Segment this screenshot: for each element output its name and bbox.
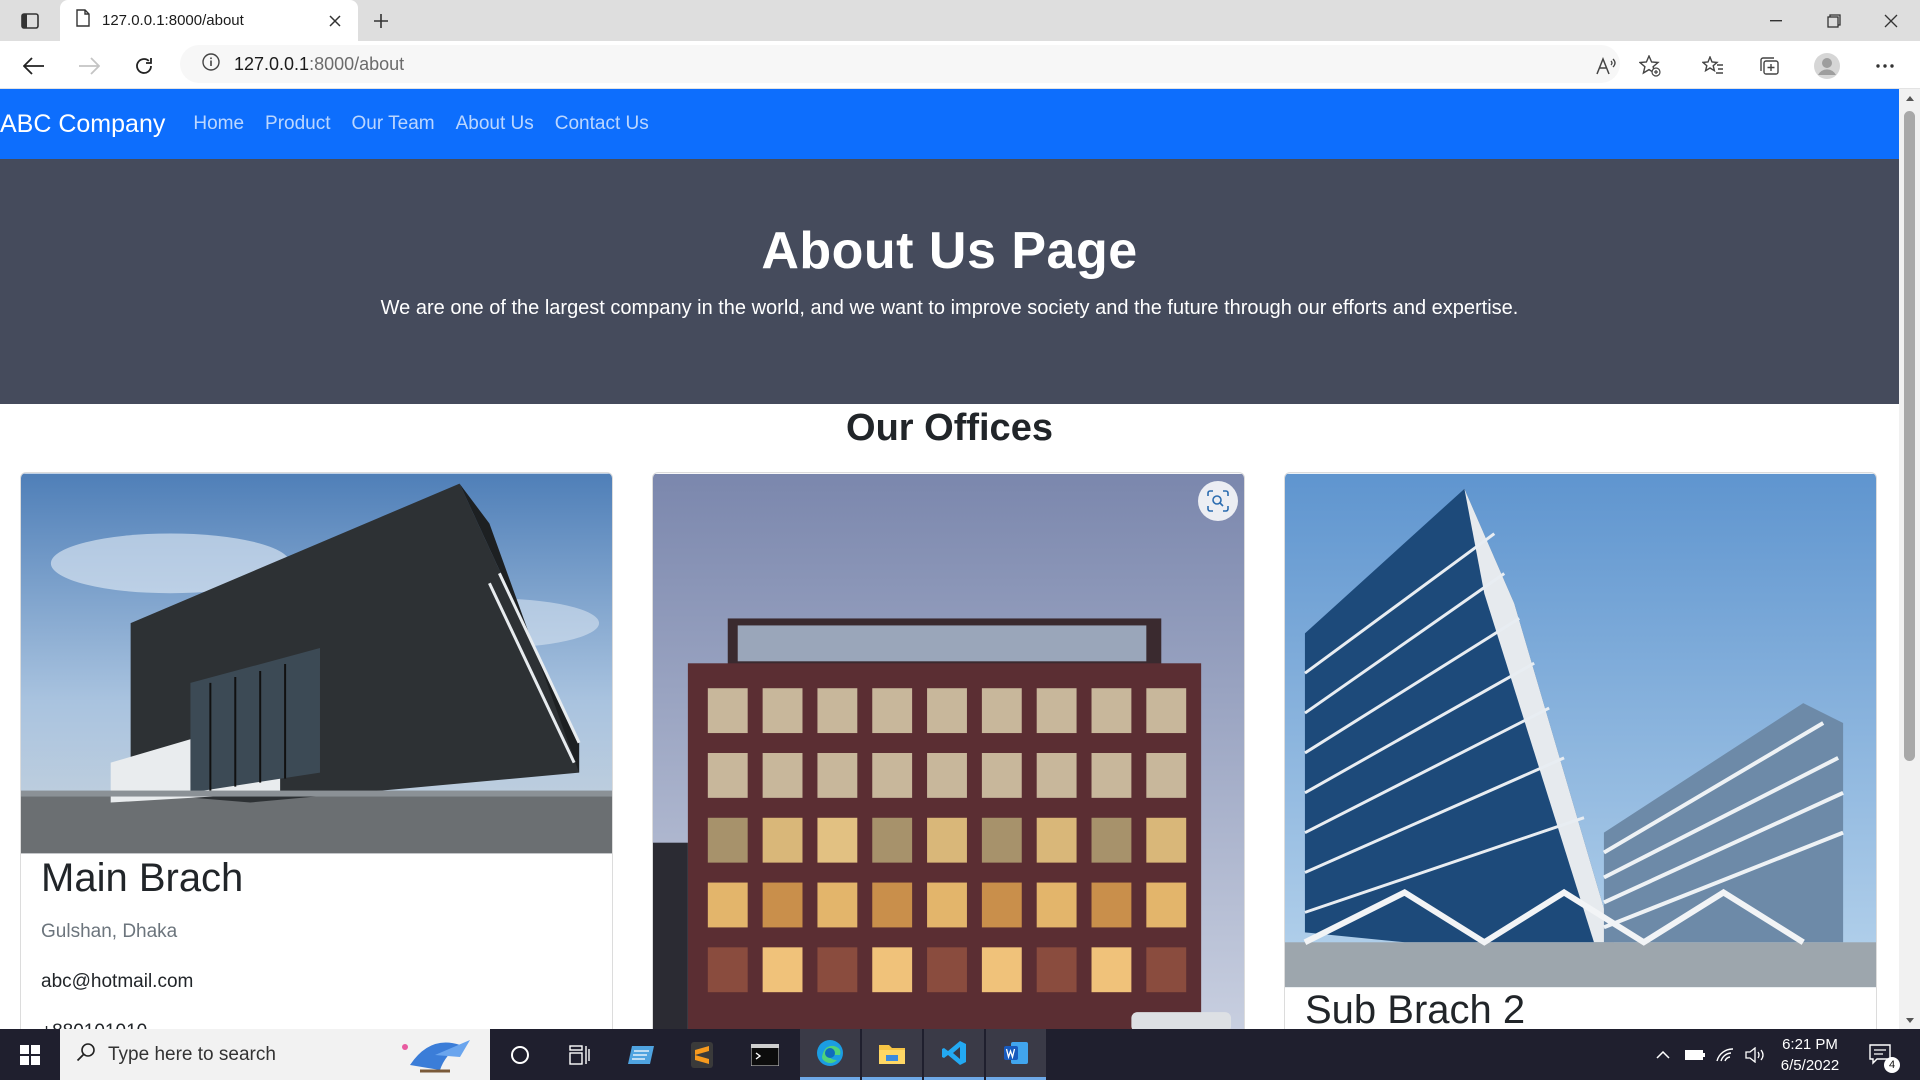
card-body: Main Brach Gulshan, Dhaka abc@hotmail.co… [21,856,612,1029]
scroll-thumb[interactable] [1904,111,1915,761]
card-location: Gulshan, Dhaka [41,921,178,942]
scroll-down-icon[interactable] [1904,1015,1915,1025]
browser-tabstrip: 127.0.0.1:8000/about [0,0,1920,41]
page-title: About Us Page [761,222,1138,280]
card-title: Main Brach [41,856,244,900]
page-scrollbar[interactable] [1899,89,1920,1029]
office-image-main [21,473,612,854]
card-email: abc@hotmail.com [41,971,194,992]
vscode-icon[interactable] [924,1029,984,1080]
add-favorite-icon[interactable] [1633,49,1667,83]
browser-toolbar: 127.0.0.1:8000/about [0,41,1920,89]
terminal-icon[interactable] [735,1029,795,1080]
clock-time: 6:21 PM [1782,1036,1838,1053]
nav-link-contact-us[interactable]: Contact Us [555,113,649,135]
edge-browser-icon[interactable] [800,1029,860,1080]
task-view-icon[interactable] [550,1029,610,1080]
sublime-text-icon[interactable] [672,1029,732,1080]
browser-tab-active[interactable]: 127.0.0.1:8000/about [60,0,358,41]
wifi-icon[interactable] [1710,1029,1740,1080]
nav-link-product[interactable]: Product [265,113,330,135]
office-image-sub-2 [1285,473,1876,988]
back-arrow-icon[interactable] [17,49,51,83]
minimize-icon[interactable] [1747,0,1805,41]
offices-heading: Our Offices [846,407,1053,449]
office-card-sub-2: Sub Brach 2 [1284,472,1877,1029]
office-card-main: Main Brach Gulshan, Dhaka abc@hotmail.co… [20,472,613,1029]
close-window-icon[interactable] [1862,0,1920,41]
nav-link-home[interactable]: Home [193,113,244,135]
favorites-icon[interactable] [1696,49,1730,83]
app-icon-notes[interactable] [612,1029,672,1080]
taskbar-clock[interactable]: 6:21 PM 6/5/2022 [1760,1034,1860,1076]
office-card-2 [652,472,1245,1029]
new-tab-icon[interactable] [366,6,396,36]
search-icon [76,1042,96,1067]
restore-icon[interactable] [1805,0,1863,41]
cortana-icon[interactable] [490,1029,550,1080]
visual-search-icon[interactable] [1198,481,1238,521]
collections-icon[interactable] [1752,49,1786,83]
clock-date: 6/5/2022 [1780,1057,1840,1074]
show-hidden-icons-chevron-icon[interactable] [1648,1029,1678,1080]
page-viewport: ABC Company Home Product Our Team About … [0,89,1899,1029]
start-button-icon[interactable] [0,1029,60,1080]
scroll-up-icon[interactable] [1904,93,1915,103]
hero-description: We are one of the largest company in the… [380,297,1519,319]
battery-icon[interactable] [1680,1029,1710,1080]
hero-section: About Us Page We are one of the largest … [0,159,1899,404]
site-info-icon[interactable] [202,52,220,76]
card-phone: +880101010 [41,1021,592,1029]
tab-actions-icon[interactable] [12,7,48,35]
file-explorer-icon[interactable] [862,1029,922,1080]
profile-avatar-icon[interactable] [1810,49,1844,83]
read-aloud-icon[interactable] [1590,49,1624,83]
taskbar-search-box[interactable]: Type here to search [60,1029,490,1080]
nav-link-our-team[interactable]: Our Team [352,113,435,135]
address-url[interactable]: 127.0.0.1:8000/about [234,54,404,75]
search-highlight-bird-icon [390,1035,480,1080]
navbar-brand[interactable]: ABC Company [0,110,165,139]
windows-taskbar: Type here to search 6:21 PM 6/5/2022 4 [0,1029,1920,1080]
site-navbar: ABC Company Home Product Our Team About … [0,89,1899,159]
more-menu-icon[interactable] [1868,49,1902,83]
page-icon [76,9,90,32]
close-tab-icon[interactable] [324,10,346,32]
search-placeholder: Type here to search [108,1043,276,1065]
notification-count-badge: 4 [1884,1057,1900,1073]
forward-arrow-icon[interactable] [72,49,106,83]
notifications-icon[interactable]: 4 [1862,1029,1902,1080]
office-image-2 [653,473,1244,1029]
refresh-icon[interactable] [127,49,161,83]
card-title: Sub Brach 2 [1305,988,1526,1029]
address-bar[interactable]: 127.0.0.1:8000/about [180,45,1620,83]
word-icon[interactable] [986,1029,1046,1080]
tab-title: 127.0.0.1:8000/about [102,12,244,29]
nav-link-about-us[interactable]: About Us [456,113,534,135]
card-body: Sub Brach 2 [1285,988,1876,1029]
